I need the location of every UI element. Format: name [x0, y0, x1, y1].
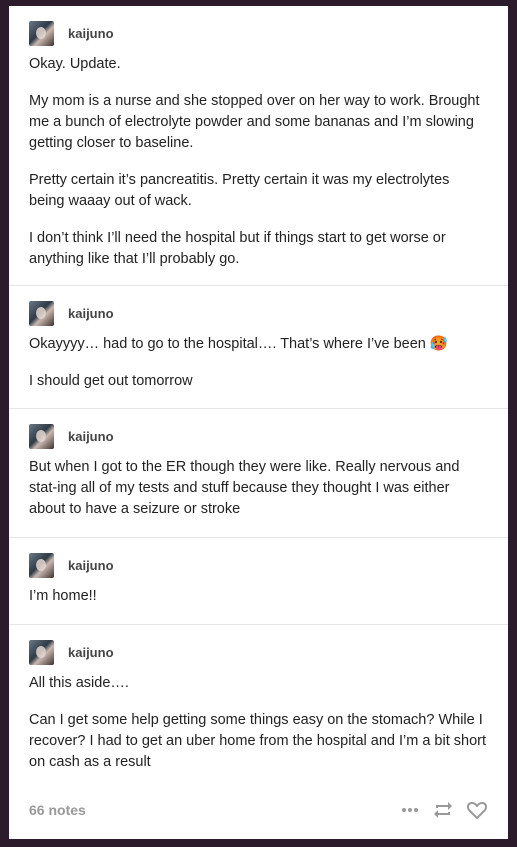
post-paragraph: All this aside….: [29, 675, 129, 691]
post-body: Okay. Update. My mom is a nurse and she …: [9, 46, 508, 270]
username[interactable]: kaijuno: [68, 306, 114, 321]
username[interactable]: kaijuno: [68, 26, 114, 41]
post-header: kaijuno: [9, 20, 508, 46]
avatar[interactable]: [29, 639, 54, 665]
notes-count[interactable]: 66 notes: [29, 802, 86, 818]
like-icon[interactable]: [466, 800, 488, 820]
post-header: kaijuno: [9, 552, 508, 578]
post-paragraph: But when I got to the ER though they wer…: [29, 459, 460, 517]
avatar[interactable]: [29, 300, 54, 326]
avatar[interactable]: [29, 423, 54, 449]
post-body: Okayyyy… had to go to the hospital…. Tha…: [9, 326, 508, 392]
post-header: kaijuno: [9, 300, 508, 326]
post-paragraph: Okay. Update.: [29, 56, 121, 72]
reply-post: kaijuno But when I got to the ER though …: [9, 409, 508, 538]
post-card: kaijuno Okay. Update. My mom is a nurse …: [9, 6, 508, 839]
post-paragraph: My mom is a nurse and she stopped over o…: [29, 93, 480, 151]
avatar[interactable]: [29, 20, 54, 46]
username[interactable]: kaijuno: [68, 429, 114, 444]
post-paragraph: I’m home!!: [29, 588, 97, 604]
username[interactable]: kaijuno: [68, 558, 114, 573]
username[interactable]: kaijuno: [68, 645, 114, 660]
reply-post: kaijuno I’m home!!: [9, 538, 508, 625]
post-header: kaijuno: [9, 639, 508, 665]
reply-post: kaijuno Okay. Update. My mom is a nurse …: [9, 6, 508, 286]
reblog-icon[interactable]: [432, 800, 454, 820]
reply-post: kaijuno All this aside…. Can I get some …: [9, 625, 508, 785]
avatar[interactable]: [29, 552, 54, 578]
post-footer: 66 notes: [9, 781, 508, 839]
post-paragraph: Okayyyy… had to go to the hospital…. Tha…: [29, 336, 448, 352]
post-body: But when I got to the ER though they wer…: [9, 449, 508, 520]
post-actions: [400, 800, 488, 820]
post-paragraph: Can I get some help getting some things …: [29, 712, 487, 770]
post-body: I’m home!!: [9, 578, 508, 607]
post-paragraph: I don’t think I’ll need the hospital but…: [29, 230, 446, 267]
post-paragraph: Pretty certain it’s pancreatitis. Pretty…: [29, 172, 450, 209]
post-paragraph: I should get out tomorrow: [29, 373, 193, 389]
post-body: All this aside…. Can I get some help get…: [9, 665, 508, 773]
more-icon[interactable]: [400, 800, 420, 820]
reply-post: kaijuno Okayyyy… had to go to the hospit…: [9, 286, 508, 409]
post-header: kaijuno: [9, 423, 508, 449]
